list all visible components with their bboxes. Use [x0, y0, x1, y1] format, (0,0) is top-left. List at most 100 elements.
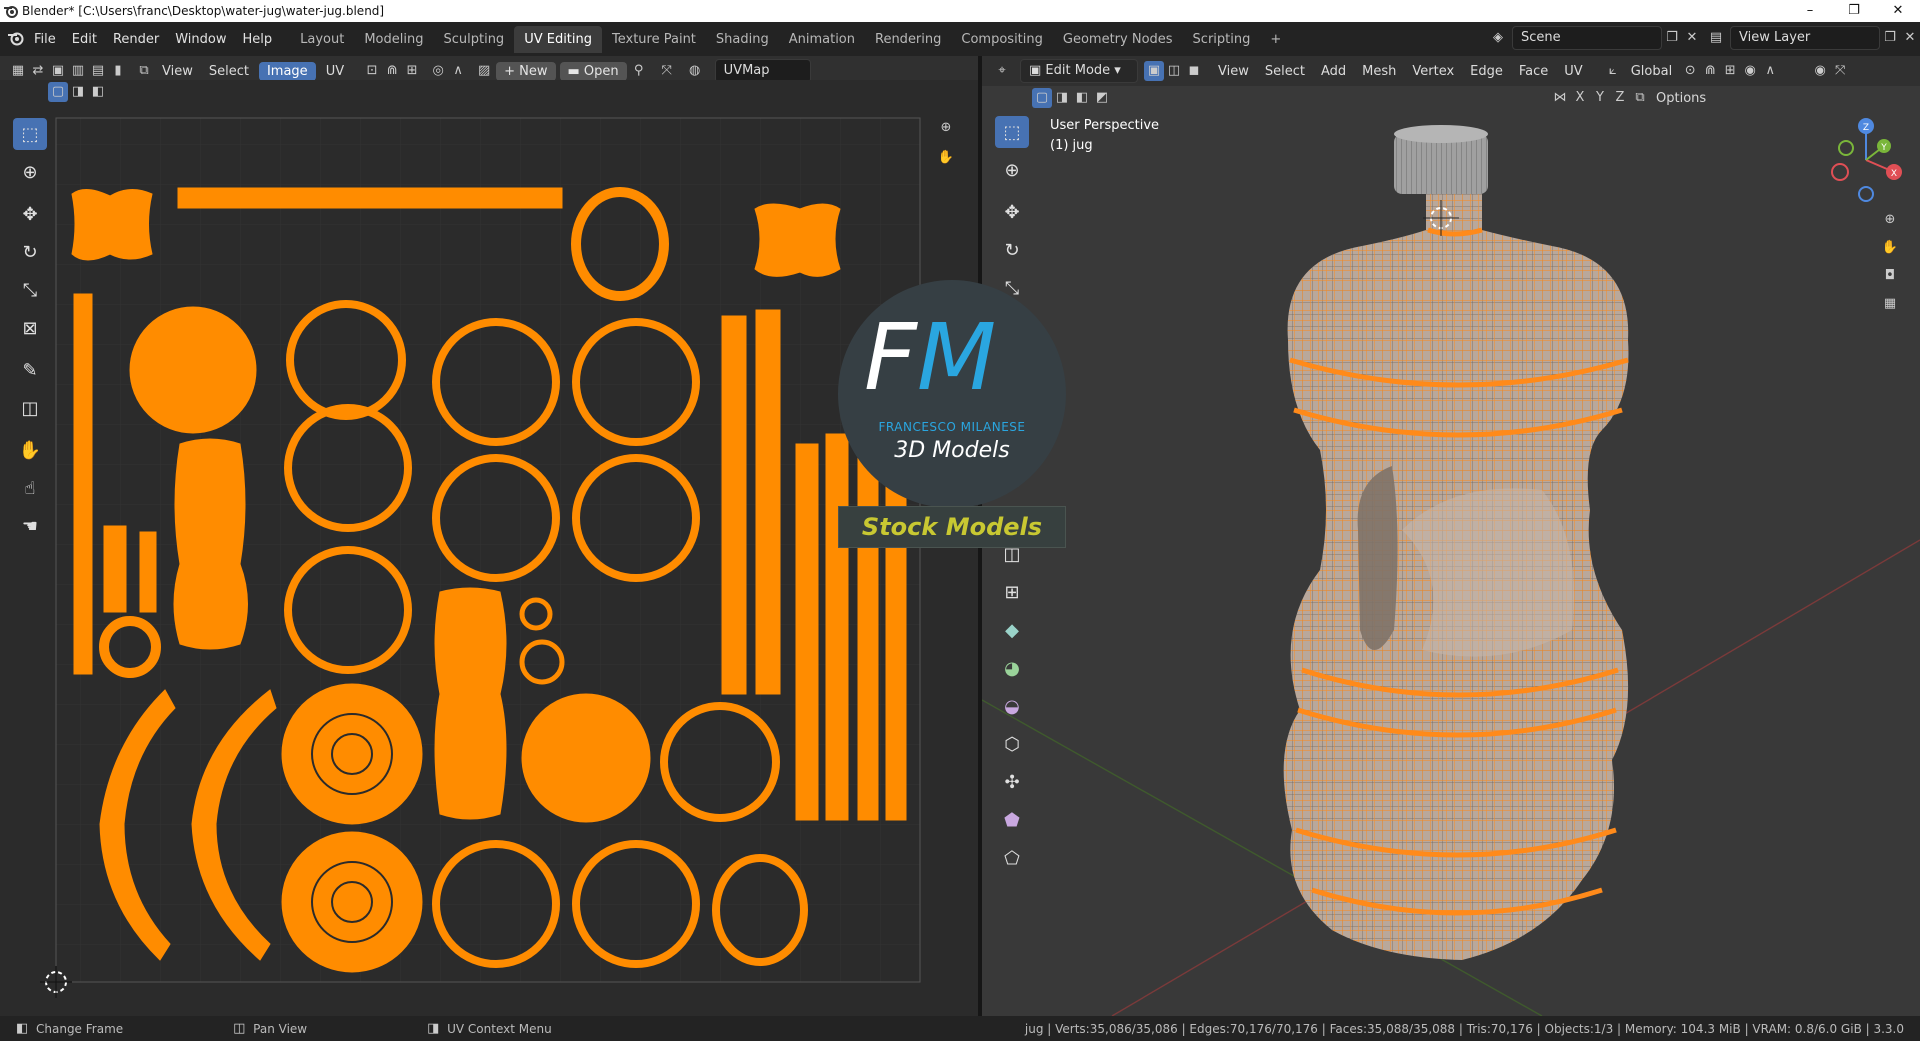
tab-animation[interactable]: Animation [779, 26, 865, 53]
zoom-icon[interactable]: ⊕ [936, 118, 956, 138]
rip-region-tool-icon[interactable]: ⬠ [995, 842, 1029, 874]
vp-menu-view[interactable]: View [1210, 64, 1257, 79]
pinch-tool-icon[interactable]: ☚ [13, 510, 47, 542]
pivot-icon[interactable]: ⊡ [362, 61, 382, 81]
face-select-icon[interactable]: ◼ [1184, 61, 1204, 81]
3d-viewport[interactable]: ⬚ ⊕ ✥ ↻ ⤡ ⊠ ✎ ⊿ ▣ ⬒ ◰ ◫ ⊞ ◆ ◕ ◒ ⬡ ✣ ⬟ ⬠ … [982, 110, 1920, 1016]
smooth-tool-icon[interactable]: ⬡ [995, 728, 1029, 760]
blender-menu-icon[interactable] [6, 29, 26, 49]
vp-menu-uv[interactable]: UV [1556, 64, 1590, 79]
overlay-toggle-icon[interactable]: ◍ [685, 61, 705, 81]
vp-zoom-icon[interactable]: ⊕ [1880, 210, 1900, 230]
vp-select-set-icon[interactable]: ▢ [1032, 88, 1052, 108]
close-button[interactable]: ✕ [1876, 0, 1920, 22]
menu-help[interactable]: Help [235, 32, 281, 47]
tab-modeling[interactable]: Modeling [354, 26, 433, 53]
viewport-editor-type-icon[interactable]: ⌖ [992, 61, 1012, 81]
pin-icon[interactable]: ⚲ [629, 61, 649, 81]
proportional-edit-icon[interactable]: ◎ [428, 61, 448, 81]
tab-geometry-nodes[interactable]: Geometry Nodes [1053, 26, 1183, 53]
minimize-button[interactable]: – [1788, 0, 1832, 22]
shrink-fatten-tool-icon[interactable]: ⬟ [995, 804, 1029, 836]
scale-tool-icon[interactable]: ⤡ [13, 274, 47, 306]
uv-editor[interactable]: ⬚ ⊕ ✥ ↻ ⤡ ⊠ ✎ ◫ ✋ ☝ ☚ ⊕ ✋ [0, 104, 978, 1016]
menu-render[interactable]: Render [105, 32, 167, 47]
uv-menu-select[interactable]: Select [201, 64, 257, 79]
vp-select-extend-icon[interactable]: ◨ [1052, 88, 1072, 108]
gizmo-toggle-icon[interactable]: ⤧ [657, 61, 677, 81]
menu-window[interactable]: Window [167, 32, 234, 47]
vp-select-subtract-icon[interactable]: ◧ [1072, 88, 1092, 108]
tab-layout[interactable]: Layout [290, 26, 354, 53]
delete-scene-icon[interactable]: ✕ [1682, 28, 1702, 48]
annotate-tool-icon[interactable]: ✎ [13, 354, 47, 386]
select-mode-subtract-icon[interactable]: ◧ [88, 82, 108, 102]
vp-select-invert-icon[interactable]: ◩ [1092, 88, 1112, 108]
delete-view-layer-icon[interactable]: ✕ [1900, 28, 1920, 48]
vp-select-box-tool-icon[interactable]: ⬚ [995, 116, 1029, 148]
auto-merge-icon[interactable]: ⧉ [1630, 88, 1650, 108]
image-browse-icon[interactable]: ▨ [474, 61, 494, 81]
vp-menu-add[interactable]: Add [1313, 64, 1354, 79]
tab-rendering[interactable]: Rendering [865, 26, 951, 53]
spin-tool-icon[interactable]: ◒ [995, 690, 1029, 722]
vp-menu-vertex[interactable]: Vertex [1404, 64, 1462, 79]
move-tool-icon[interactable]: ✥ [13, 198, 47, 230]
select-mode-set-icon[interactable]: ▢ [48, 82, 68, 102]
new-view-layer-icon[interactable]: ❐ [1880, 28, 1900, 48]
visibility-icon[interactable]: ◉ [1810, 61, 1830, 81]
edge-slide-tool-icon[interactable]: ✣ [995, 766, 1029, 798]
transform-tool-icon[interactable]: ⊠ [13, 312, 47, 344]
editor-type-icon[interactable]: ▦ [8, 61, 28, 81]
vp-falloff-icon[interactable]: ∧ [1760, 61, 1780, 81]
loop-cut-tool-icon[interactable]: ⊞ [995, 576, 1029, 608]
ortho-toggle-icon[interactable]: ▦ [1880, 294, 1900, 314]
pan-icon[interactable]: ✋ [936, 148, 956, 168]
uv-face-select-icon[interactable]: ▤ [88, 61, 108, 81]
scene-icon[interactable]: ◈ [1488, 28, 1508, 48]
viewport-canvas[interactable] [982, 110, 1920, 1016]
tab-scripting[interactable]: Scripting [1183, 26, 1261, 53]
camera-view-icon[interactable]: ◘ [1880, 266, 1900, 286]
tab-uv-editing[interactable]: UV Editing [514, 25, 603, 53]
cursor-tool-icon[interactable]: ⊕ [13, 156, 47, 188]
view-layer-icon[interactable]: ▤ [1706, 28, 1726, 48]
edge-select-icon[interactable]: ◫ [1164, 61, 1184, 81]
sticky-mode-icon[interactable]: ⧉ [134, 61, 154, 81]
vp-rotate-tool-icon[interactable]: ↻ [995, 234, 1029, 266]
uv-edge-select-icon[interactable]: ▥ [68, 61, 88, 81]
vertex-select-icon[interactable]: ▣ [1144, 61, 1164, 81]
menu-file[interactable]: File [26, 32, 64, 47]
new-image-button[interactable]: + New [496, 61, 556, 81]
vp-proportional-icon[interactable]: ◉ [1740, 61, 1760, 81]
view-layer-selector[interactable]: View Layer [1730, 26, 1880, 50]
mode-selector[interactable]: ▣ Edit Mode ▾ [1020, 59, 1138, 83]
rip-tool-icon[interactable]: ◫ [13, 392, 47, 424]
vp-cursor-tool-icon[interactable]: ⊕ [995, 154, 1029, 186]
snap-target-icon[interactable]: ⊞ [402, 61, 422, 81]
select-mode-extend-icon[interactable]: ◨ [68, 82, 88, 102]
vp-move-tool-icon[interactable]: ✥ [995, 196, 1029, 228]
viewport-gizmo-icon[interactable]: ⤧ [1830, 61, 1850, 81]
tab-sculpting[interactable]: Sculpting [433, 26, 514, 53]
rotate-tool-icon[interactable]: ↻ [13, 236, 47, 268]
options-button[interactable]: Options [1656, 91, 1706, 106]
uv-island-select-icon[interactable]: ▮ [108, 61, 128, 81]
mirror-y-toggle[interactable]: Y [1590, 88, 1610, 108]
vp-snap-icon[interactable]: ⋒ [1700, 61, 1720, 81]
vp-menu-mesh[interactable]: Mesh [1354, 64, 1404, 79]
uv-menu-view[interactable]: View [154, 64, 201, 79]
pivot-point-icon[interactable]: ⊙ [1680, 61, 1700, 81]
mirror-icon[interactable]: ⋈ [1550, 88, 1570, 108]
uv-menu-uv[interactable]: UV [318, 64, 352, 79]
tab-compositing[interactable]: Compositing [951, 26, 1053, 53]
restore-button[interactable]: ❐ [1832, 0, 1876, 22]
snap-icon[interactable]: ⋒ [382, 61, 402, 81]
vp-pan-icon[interactable]: ✋ [1880, 238, 1900, 258]
sync-selection-icon[interactable]: ⇄ [28, 61, 48, 81]
new-scene-icon[interactable]: ❐ [1662, 28, 1682, 48]
vp-menu-select[interactable]: Select [1257, 64, 1313, 79]
tab-texture-paint[interactable]: Texture Paint [602, 26, 706, 53]
vp-snap-target-icon[interactable]: ⊞ [1720, 61, 1740, 81]
mirror-x-toggle[interactable]: X [1570, 88, 1590, 108]
